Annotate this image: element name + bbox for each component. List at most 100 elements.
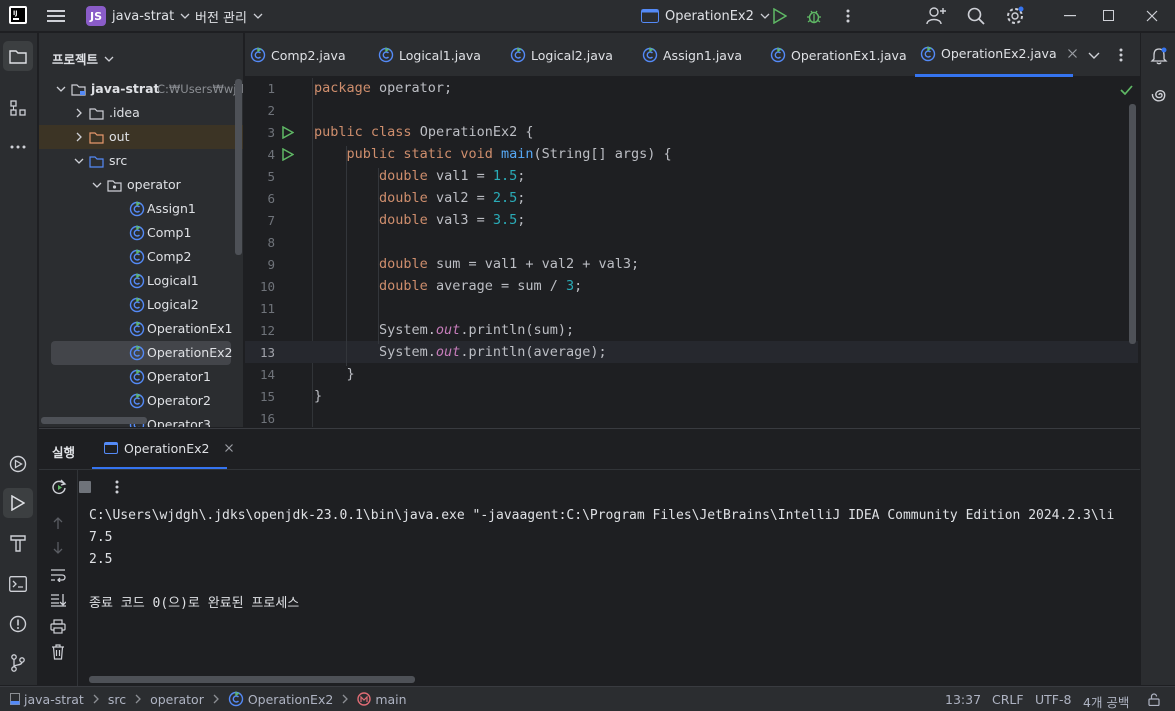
project-switcher[interactable]: JS java-strat <box>86 5 190 27</box>
print-icon[interactable] <box>49 617 67 635</box>
tree-item[interactable]: Comp2 <box>39 245 243 269</box>
tree-item[interactable]: OperationEx1 <box>39 317 243 341</box>
project-tool-icon[interactable] <box>3 41 33 71</box>
file-encoding[interactable]: UTF-8 <box>1035 692 1071 707</box>
search-icon[interactable] <box>965 5 987 27</box>
vcs-menu[interactable]: 버전 관리 <box>195 5 263 27</box>
java-class-icon <box>129 273 145 289</box>
tree-item[interactable]: src <box>39 149 243 173</box>
breadcrumb-item[interactable]: operator <box>150 692 204 707</box>
build-hammer-icon[interactable] <box>3 528 33 558</box>
breadcrumb-item[interactable]: main <box>357 692 407 707</box>
editor-tab[interactable]: OperationEx1.java <box>765 33 915 77</box>
more-actions-icon[interactable] <box>838 6 858 26</box>
run-gutter-icon[interactable] <box>282 126 294 139</box>
intellij-logo-icon[interactable]: IJ <box>9 6 27 24</box>
more-tools-icon[interactable] <box>3 132 33 162</box>
code-token: val1 = <box>435 168 493 184</box>
code-token: OperationEx2 { <box>419 124 534 140</box>
problems-icon[interactable] <box>3 609 33 639</box>
run-more-icon[interactable] <box>108 478 126 496</box>
clear-trash-icon[interactable] <box>49 643 67 661</box>
editor-tab[interactable]: Logical2.java <box>505 33 637 77</box>
tree-item[interactable]: Comp1 <box>39 221 243 245</box>
chevron-right-icon[interactable] <box>76 108 82 118</box>
maximize-icon[interactable] <box>1099 6 1119 26</box>
tree-item[interactable]: Operator1 <box>39 365 243 389</box>
console-horizontal-scrollbar[interactable] <box>89 676 415 683</box>
code-line: package operator; <box>314 80 452 96</box>
tree-vertical-scrollbar[interactable] <box>235 79 242 255</box>
close-window-icon[interactable] <box>1142 6 1162 26</box>
tree-item[interactable]: out <box>39 125 243 149</box>
minimize-icon[interactable] <box>1060 6 1080 26</box>
caret-position[interactable]: 13:37 <box>945 692 981 707</box>
editor-tab[interactable]: OperationEx2.java <box>915 33 1077 77</box>
chevron-down-icon[interactable] <box>56 86 66 92</box>
structure-tool-icon[interactable] <box>3 93 33 123</box>
editor-tab[interactable]: Assign1.java <box>637 33 765 77</box>
inspection-ok-check-icon[interactable] <box>1118 82 1134 98</box>
indent-setting[interactable]: 4개 공백 <box>1083 692 1129 711</box>
tab-list-chevron-icon[interactable] <box>1084 45 1104 65</box>
code-token: ; <box>517 168 526 184</box>
scroll-down-arrow-icon[interactable] <box>49 539 67 557</box>
tree-item[interactable]: Logical1 <box>39 269 243 293</box>
code-token: class <box>370 124 420 140</box>
tree-item[interactable]: Operator2 <box>39 389 243 413</box>
editor-tab-label: Assign1.java <box>663 47 743 63</box>
editor-vertical-scrollbar[interactable] <box>1129 104 1136 344</box>
tree-item[interactable]: .idea <box>39 101 243 125</box>
tree-item[interactable]: Logical2 <box>39 293 243 317</box>
soft-wrap-icon[interactable] <box>49 566 67 584</box>
tree-item[interactable]: operator <box>39 173 243 197</box>
scroll-to-end-icon[interactable] <box>49 591 67 609</box>
java-class-icon <box>129 297 145 313</box>
chevron-down-icon[interactable] <box>92 182 102 188</box>
lock-icon[interactable] <box>1146 691 1162 707</box>
breadcrumb-item[interactable]: java-strat <box>10 692 84 707</box>
chevron-right-icon[interactable] <box>76 132 82 142</box>
notifications-bell-icon[interactable] <box>1146 43 1172 69</box>
console-toolbar-divider <box>77 470 78 686</box>
console-line: C:\Users\wjdgh\.jdks\openjdk-23.0.1\bin\… <box>89 508 1115 523</box>
git-icon[interactable] <box>3 648 33 678</box>
add-user-icon[interactable] <box>925 5 947 27</box>
java-class-icon <box>129 369 145 385</box>
code-line: double average = sum / 3; <box>314 278 582 294</box>
run-gutter-icon[interactable] <box>282 148 294 161</box>
scroll-up-arrow-icon[interactable] <box>49 514 67 532</box>
tree-horizontal-scrollbar[interactable] <box>41 417 147 424</box>
tab-more-icon[interactable] <box>1111 45 1131 65</box>
code-editor[interactable]: 1 2 3 4 5 6 7 8 9 10 11 12 13 14 15 16 package operator… <box>245 78 1140 427</box>
editor-tab[interactable]: Logical1.java <box>373 33 505 77</box>
console-output[interactable]: C:\Users\wjdgh\.jdks\openjdk-23.0.1\bin\… <box>89 505 1139 615</box>
debug-icon[interactable] <box>804 6 824 26</box>
line-separator[interactable]: CRLF <box>992 692 1024 707</box>
chevron-down-icon[interactable] <box>74 158 84 164</box>
services-tool-icon[interactable] <box>3 449 33 479</box>
tree-item-label: OperationEx1 <box>147 321 233 336</box>
close-tab-icon[interactable] <box>225 444 234 452</box>
close-tab-icon[interactable] <box>1067 49 1077 58</box>
run-icon[interactable] <box>770 6 790 26</box>
tree-item[interactable]: Assign1 <box>39 197 243 221</box>
chevron-right-icon <box>135 694 141 704</box>
breadcrumb-item[interactable]: OperationEx2 <box>228 691 333 707</box>
tree-item[interactable]: java-stratC:₩Users₩wjdgh <box>39 77 243 101</box>
ai-assistant-spiral-icon[interactable] <box>1146 82 1172 108</box>
rerun-icon[interactable] <box>50 478 68 496</box>
terminal-icon[interactable] <box>3 569 33 599</box>
tree-item[interactable]: OperationEx2 <box>51 341 232 365</box>
main-menu-icon[interactable] <box>46 6 66 26</box>
run-tab-operationex2[interactable]: OperationEx2 <box>92 429 234 469</box>
stop-icon[interactable] <box>76 478 94 496</box>
editor-tab[interactable]: Comp2.java <box>245 33 373 77</box>
run-config-selector[interactable]: OperationEx2 <box>641 5 770 27</box>
code-token: val3 = <box>435 212 493 228</box>
settings-gear-icon[interactable] <box>1004 5 1026 27</box>
project-panel-header[interactable]: 프로젝트 <box>52 49 114 68</box>
chevron-down-icon <box>760 13 770 19</box>
breadcrumb-item[interactable]: src <box>108 692 126 707</box>
run-tool-icon[interactable] <box>3 488 33 518</box>
